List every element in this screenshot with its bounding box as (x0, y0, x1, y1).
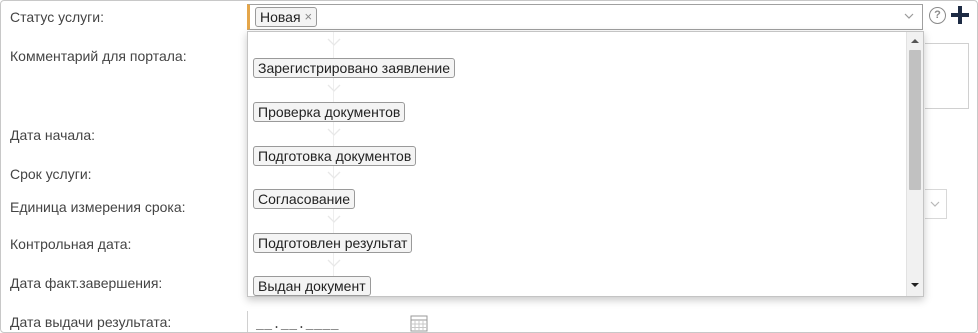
status-option[interactable]: Зарегистрировано заявление (253, 58, 456, 78)
arrow-down-icon (327, 84, 341, 92)
status-option[interactable]: Выдан документ (253, 276, 371, 296)
scroll-down-icon[interactable] (910, 280, 920, 290)
comment-label: Комментарий для портала: (10, 48, 187, 64)
arrow-down-icon (327, 38, 341, 46)
arrow-down-icon (327, 171, 341, 179)
help-icon[interactable]: ? (929, 7, 946, 24)
status-option[interactable]: Подготовка документов (253, 146, 417, 166)
arrow-down-icon (327, 259, 341, 267)
result-issue-date-label: Дата выдачи результата: (10, 314, 172, 330)
calendar-icon[interactable] (410, 314, 428, 332)
status-option[interactable]: Проверка документов (253, 102, 406, 122)
date-mask-text: __.__.____ (256, 317, 340, 332)
term-unit-label: Единица измерения срока: (10, 199, 186, 215)
dropdown-scrollbar[interactable] (906, 32, 923, 296)
status-option[interactable]: Согласование (253, 189, 355, 209)
chip-remove-icon[interactable]: × (305, 8, 313, 26)
chevron-down-icon (930, 201, 940, 207)
result-issue-date-field[interactable]: __.__.____ (247, 311, 428, 332)
plus-icon[interactable] (949, 4, 971, 26)
status-option[interactable]: Подготовлен результат (253, 233, 413, 253)
status-chip-label: Новая (260, 9, 301, 25)
comment-textarea[interactable] (925, 43, 969, 109)
start-date-label: Дата начала: (10, 127, 96, 143)
arrow-down-icon (327, 215, 341, 223)
control-date-label: Контрольная дата: (10, 236, 132, 252)
scroll-thumb[interactable] (909, 50, 921, 190)
scroll-up-icon[interactable] (910, 36, 920, 46)
chevron-down-icon[interactable] (902, 9, 916, 23)
arrow-down-icon (327, 128, 341, 136)
service-form: Статус услуги: Комментарий для портала: … (0, 0, 978, 333)
status-chip: Новая × (255, 7, 318, 27)
term-unit-select[interactable] (925, 189, 947, 219)
status-dropdown[interactable]: Зарегистрировано заявление Проверка доку… (247, 31, 924, 297)
actual-completion-date-label: Дата факт.завершения: (10, 275, 163, 291)
service-term-label: Срок услуги: (10, 166, 92, 182)
status-label: Статус услуги: (10, 9, 104, 25)
status-select[interactable]: Новая × (247, 4, 923, 30)
